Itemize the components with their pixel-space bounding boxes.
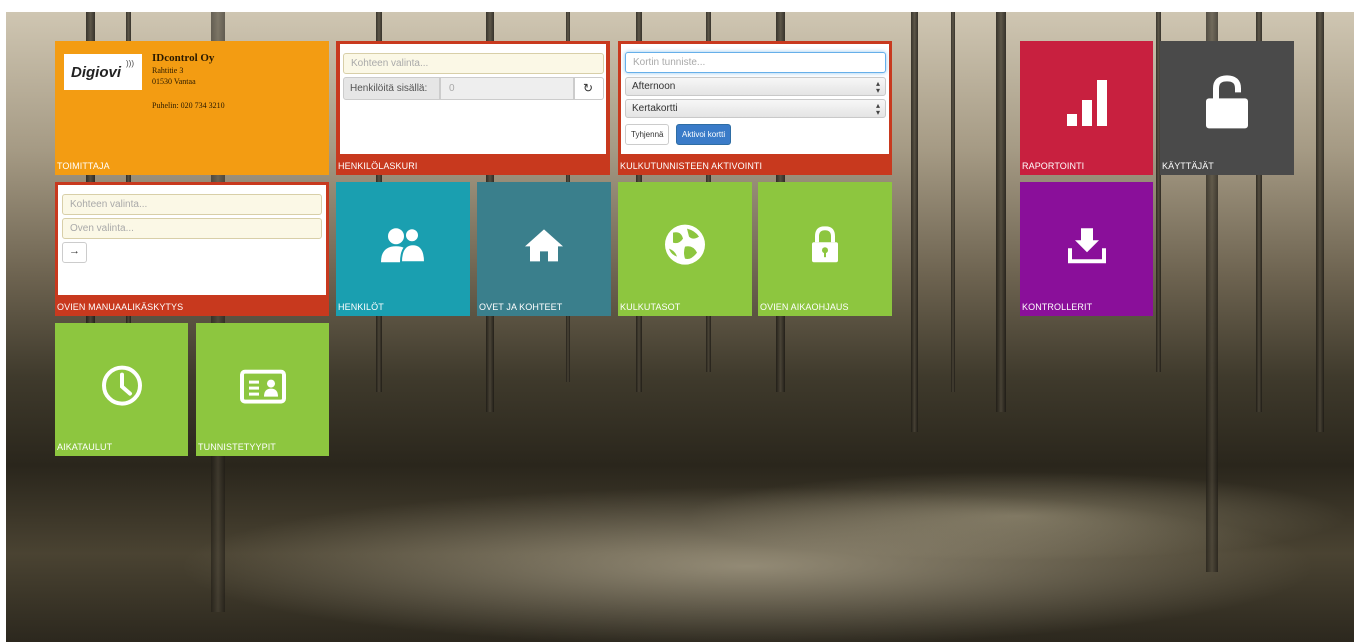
digiovi-logo: Digiovi ))) bbox=[64, 54, 142, 90]
tile-henkilot[interactable]: HENKILÖT bbox=[336, 182, 470, 316]
inside-value: 0 bbox=[440, 77, 574, 100]
card-id-input[interactable]: Kortin tunniste... bbox=[625, 52, 886, 73]
tile-henkilolaskuri: Kohteen valinta... Henkilöitä sisällä: 0… bbox=[336, 41, 610, 175]
logo-text: Digiovi bbox=[71, 64, 122, 81]
access-level-select[interactable]: Afternoon ▴ ▾ bbox=[625, 77, 886, 96]
inside-counter-group: Henkilöitä sisällä: 0 ↻ bbox=[343, 77, 604, 100]
tile-title: TOIMITTAJA bbox=[57, 161, 110, 171]
lock-icon bbox=[812, 226, 838, 263]
target-select-input[interactable]: Kohteen valinta... bbox=[343, 53, 604, 74]
refresh-button[interactable]: ↻ bbox=[574, 77, 604, 100]
tile-title: RAPORTOINTI bbox=[1022, 161, 1085, 171]
execute-button[interactable]: → bbox=[62, 242, 87, 263]
company-name: IDcontrol Oy bbox=[152, 52, 215, 64]
manual-panel: Kohteen valinta... Oven valinta... → bbox=[58, 185, 326, 295]
select-arrows-icon: ▴ ▾ bbox=[875, 79, 880, 95]
tile-aktivointi: Kortin tunniste... Afternoon ▴ ▾ Kertakor… bbox=[618, 41, 892, 175]
inside-label: Henkilöitä sisällä: bbox=[343, 77, 440, 100]
tile-title: HENKILÖT bbox=[338, 302, 384, 312]
tile-ovet[interactable]: OVET JA KOHTEET bbox=[477, 182, 611, 316]
tile-title: OVET JA KOHTEET bbox=[479, 302, 563, 312]
tile-toimittaja[interactable]: Digiovi ))) IDcontrol Oy Rahtitie 3 0153… bbox=[55, 41, 329, 175]
tile-aikataulut[interactable]: AIKATAULUT bbox=[55, 323, 188, 456]
company-city: 01530 Vantaa bbox=[152, 77, 196, 86]
tile-raportointi[interactable]: RAPORTOINTI bbox=[1020, 41, 1153, 175]
card-type-select[interactable]: Kertakortti ▴ ▾ bbox=[625, 99, 886, 118]
clock-icon bbox=[101, 365, 142, 406]
door-select-input[interactable]: Oven valinta... bbox=[62, 218, 322, 239]
activate-card-button[interactable]: Aktivoi kortti bbox=[676, 124, 732, 145]
tile-manuaali: Kohteen valinta... Oven valinta... → OVI… bbox=[55, 182, 329, 316]
home-icon bbox=[525, 229, 563, 262]
clear-button[interactable]: Tyhjennä bbox=[625, 124, 670, 145]
inbox-icon bbox=[1067, 228, 1106, 264]
tile-title: TUNNISTETYYPIT bbox=[198, 442, 276, 452]
tile-aikaohjaus[interactable]: OVIEN AIKAOHJAUS bbox=[758, 182, 892, 316]
company-street: Rahtitie 3 bbox=[152, 66, 184, 75]
id-card-icon bbox=[239, 369, 286, 404]
counter-panel: Kohteen valinta... Henkilöitä sisällä: 0… bbox=[340, 44, 606, 154]
tile-title: KULKUTUNNISTEEN AKTIVOINTI bbox=[620, 161, 763, 171]
tile-kayttajat[interactable]: KÄYTTÄJÄT bbox=[1160, 41, 1294, 175]
users-icon bbox=[381, 227, 427, 264]
sign-in-icon: → bbox=[69, 245, 80, 257]
tile-title: KULKUTASOT bbox=[620, 302, 681, 312]
company-phone: Puhelin: 020 734 3210 bbox=[152, 101, 225, 110]
tile-title: AIKATAULUT bbox=[57, 442, 113, 452]
tile-kontrollerit[interactable]: KONTROLLERIT bbox=[1020, 182, 1153, 316]
tile-kulkutasot[interactable]: KULKUTASOT bbox=[618, 182, 752, 316]
activation-panel: Kortin tunniste... Afternoon ▴ ▾ Kertakor… bbox=[621, 44, 889, 154]
tile-tunnistetyypit[interactable]: TUNNISTETYYPIT bbox=[196, 323, 329, 456]
select-arrows-icon: ▴ ▾ bbox=[875, 101, 880, 117]
tile-title: KÄYTTÄJÄT bbox=[1162, 161, 1214, 171]
unlock-icon bbox=[1206, 75, 1248, 129]
target-select-input[interactable]: Kohteen valinta... bbox=[62, 194, 322, 215]
tile-title: OVIEN MANUAALIKÄSKYTYS bbox=[57, 302, 184, 312]
globe-icon bbox=[665, 224, 705, 265]
tile-title: OVIEN AIKAOHJAUS bbox=[760, 302, 849, 312]
refresh-icon: ↻ bbox=[583, 81, 594, 95]
bar-chart-icon bbox=[1066, 80, 1107, 126]
tile-title: KONTROLLERIT bbox=[1022, 302, 1093, 312]
wifi-icon: ))) bbox=[126, 59, 134, 68]
tile-title: HENKILÖLASKURI bbox=[338, 161, 418, 171]
